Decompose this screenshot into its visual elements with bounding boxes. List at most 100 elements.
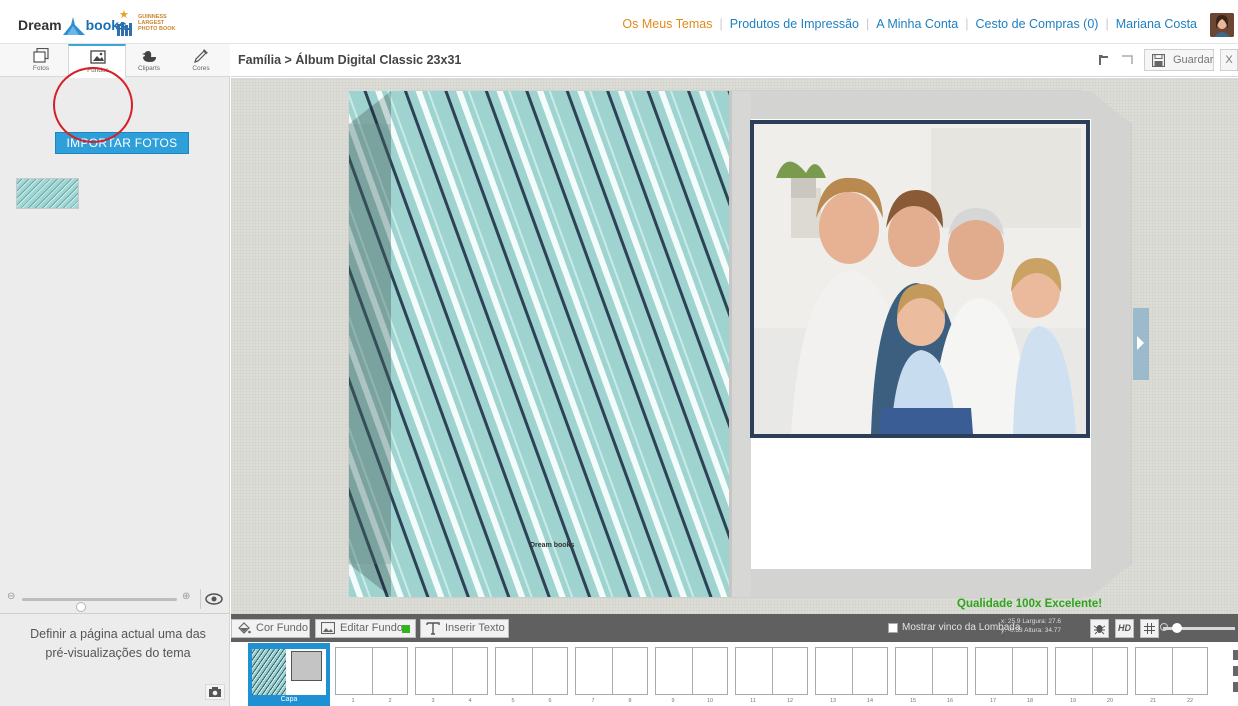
background-color-button[interactable]: Cor Fundo bbox=[231, 619, 310, 638]
page-thumbnail-cover[interactable]: Capa bbox=[248, 643, 330, 706]
paint-bucket-icon bbox=[238, 622, 251, 634]
hd-toggle-button[interactable]: HD bbox=[1115, 619, 1134, 638]
cover-thumb-photo bbox=[291, 651, 322, 681]
dreambooks-logo[interactable]: Dream books. bbox=[18, 12, 131, 38]
zoom-slider[interactable] bbox=[22, 598, 177, 612]
zoom-in-icon[interactable]: ⊕ bbox=[182, 592, 192, 602]
guinness-books-icon bbox=[117, 22, 132, 36]
page-number: 14 bbox=[866, 698, 874, 704]
print-quality-indicator: Qualidade 100x Excelente! bbox=[957, 598, 1103, 610]
coords-line: y: -0.33 Altura: 34.77 bbox=[1001, 627, 1061, 634]
bottom-toolbar: Cor Fundo Editar Fundo Inserir Texto Mos… bbox=[231, 614, 1238, 642]
tab-cores[interactable]: Cores bbox=[172, 44, 230, 77]
page-thumbnail-spread[interactable] bbox=[655, 647, 728, 695]
strip-icon[interactable] bbox=[1233, 666, 1238, 676]
tab-label: Cliparts bbox=[137, 65, 161, 72]
tool-tabs: Fotos Fundos Cliparts Cores bbox=[0, 44, 230, 78]
nav-print-products[interactable]: Produtos de Impressão bbox=[723, 17, 866, 31]
page-thumbnail-spread[interactable] bbox=[975, 647, 1048, 695]
redo-icon[interactable] bbox=[1118, 52, 1136, 69]
page-number: 15 bbox=[909, 698, 917, 704]
chevron-right-icon bbox=[1137, 336, 1144, 350]
spread-fold bbox=[772, 648, 773, 694]
page-number: 5 bbox=[511, 698, 515, 704]
front-cover-wrap-right bbox=[1091, 91, 1131, 597]
breadcrumb[interactable]: Família > Álbum Digital Classic 23x31 bbox=[238, 53, 461, 67]
spread-fold bbox=[612, 648, 613, 694]
page-number: 9 bbox=[671, 698, 675, 704]
bug-icon bbox=[1093, 625, 1106, 635]
page-number: 7 bbox=[591, 698, 595, 704]
zoom-out-icon[interactable]: ⊖ bbox=[7, 592, 17, 602]
page-thumbnail-spread[interactable] bbox=[575, 647, 648, 695]
top-bar: Dream books. ★ GUINNESS LARGEST PHOTO BO… bbox=[0, 0, 1238, 44]
grid-toggle-button[interactable] bbox=[1140, 619, 1159, 638]
page-thumbnail-spread[interactable] bbox=[415, 647, 488, 695]
strip-icon[interactable] bbox=[1233, 650, 1238, 660]
undo-icon[interactable] bbox=[1096, 52, 1114, 69]
spread-fold bbox=[852, 648, 853, 694]
page-number: 1 bbox=[351, 698, 355, 704]
nav-my-themes[interactable]: Os Meus Temas bbox=[615, 17, 719, 31]
strip-icon[interactable] bbox=[1233, 682, 1238, 692]
insert-text-button[interactable]: Inserir Texto bbox=[420, 619, 509, 638]
page-thumbnail-spread[interactable] bbox=[335, 647, 408, 695]
page-thumbnail-spread[interactable] bbox=[735, 647, 808, 695]
preview-eye-icon[interactable] bbox=[200, 589, 226, 609]
spread-fold bbox=[532, 648, 533, 694]
logo-text-dream: Dream bbox=[18, 17, 62, 33]
page-number: 20 bbox=[1106, 698, 1114, 704]
spread-fold bbox=[932, 648, 933, 694]
page-strip: Capa 1 2 3 4 5 6 7 8 9 10 11 12 13 14 15 16 17 18 19 20 21 22 bbox=[231, 642, 1238, 706]
tab-cliparts[interactable]: Cliparts bbox=[120, 44, 178, 77]
button-label: Cor Fundo bbox=[256, 622, 308, 634]
page-number: 2 bbox=[388, 698, 392, 704]
next-page-button[interactable] bbox=[1133, 308, 1149, 380]
spread-fold bbox=[1172, 648, 1173, 694]
tab-fotos[interactable]: Fotos bbox=[12, 44, 70, 77]
strip-side-icons bbox=[1233, 650, 1238, 700]
page-number: 16 bbox=[946, 698, 954, 704]
thumbnail-zoom-control: ⊖ ⊕ bbox=[0, 589, 230, 612]
nav-user-name[interactable]: Mariana Costa bbox=[1109, 17, 1204, 31]
clipart-duck-icon bbox=[142, 51, 156, 62]
tab-label: Fotos bbox=[32, 65, 50, 72]
spread-fold bbox=[692, 648, 693, 694]
zoom-slider-handle[interactable] bbox=[76, 602, 86, 612]
spread-fold bbox=[1012, 648, 1013, 694]
avatar[interactable] bbox=[1210, 13, 1234, 37]
camera-icon[interactable] bbox=[205, 684, 225, 700]
import-photos-button[interactable]: IMPORTAR FOTOS bbox=[55, 132, 189, 154]
page-thumbnail-spread[interactable] bbox=[815, 647, 888, 695]
page-number: 22 bbox=[1186, 698, 1194, 704]
page-thumbnail-spread[interactable] bbox=[1135, 647, 1208, 695]
active-indicator-icon bbox=[402, 625, 410, 633]
image-icon bbox=[321, 622, 335, 635]
show-spine-checkbox[interactable] bbox=[888, 623, 898, 633]
nav-my-account[interactable]: A Minha Conta bbox=[869, 17, 965, 31]
edit-background-button[interactable]: Editar Fundo bbox=[315, 619, 416, 638]
save-button[interactable]: Guardar bbox=[1144, 49, 1214, 71]
nav-shopping-cart[interactable]: Cesto de Compras (0) bbox=[968, 17, 1105, 31]
text-icon bbox=[426, 622, 440, 635]
family-photo-content bbox=[754, 124, 1086, 434]
page-number: 4 bbox=[468, 698, 472, 704]
spread-fold bbox=[452, 648, 453, 694]
close-button[interactable]: X bbox=[1220, 49, 1238, 71]
page-thumbnail-spread[interactable] bbox=[1055, 647, 1128, 695]
app-root: Dream books. ★ GUINNESS LARGEST PHOTO BO… bbox=[0, 0, 1238, 706]
page-thumbnail-spread[interactable] bbox=[895, 647, 968, 695]
tab-label: Fundos bbox=[87, 67, 109, 74]
bug-report-button[interactable] bbox=[1090, 619, 1109, 638]
tab-fundos[interactable]: Fundos bbox=[68, 44, 126, 78]
page-thumbnail-spread[interactable] bbox=[495, 647, 568, 695]
page-number: 21 bbox=[1149, 698, 1157, 704]
spread-fold bbox=[1092, 648, 1093, 694]
logo-spire-icon bbox=[62, 17, 85, 35]
page-number: 8 bbox=[628, 698, 632, 704]
photobook-cover-spread[interactable] bbox=[231, 78, 1238, 614]
canvas-zoom-handle[interactable] bbox=[1172, 623, 1182, 633]
left-panel: Fotos Fundos Cliparts Cores IMPORTAR FOT… bbox=[0, 44, 230, 706]
grid-icon bbox=[1144, 623, 1155, 634]
background-thumbnail[interactable] bbox=[16, 178, 79, 209]
